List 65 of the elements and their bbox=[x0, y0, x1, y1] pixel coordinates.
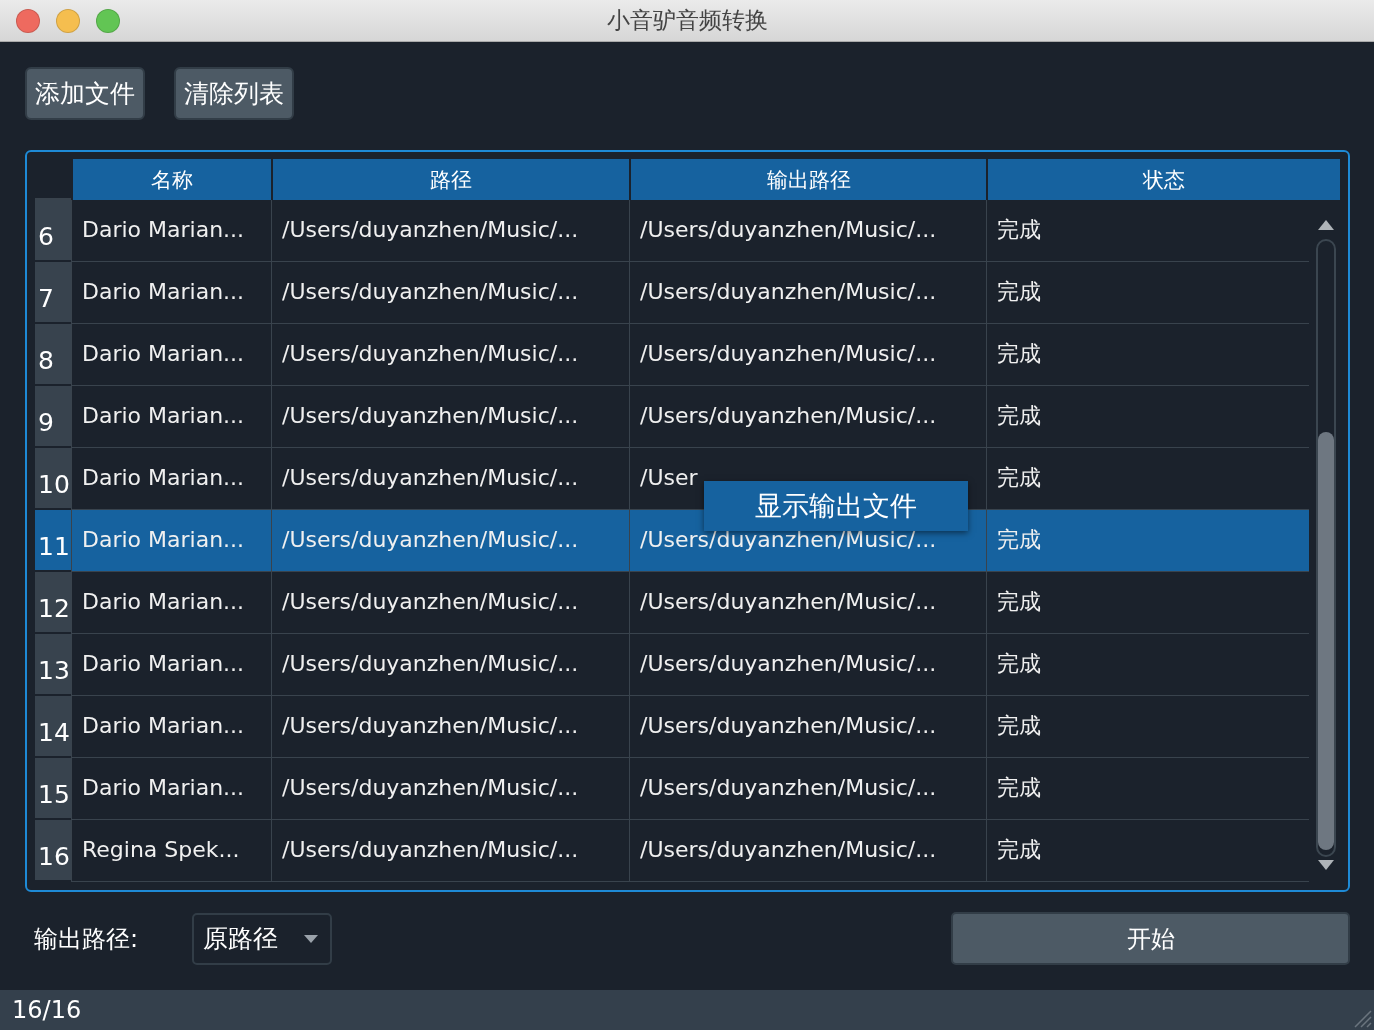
table-cell: Dario Marian... bbox=[71, 758, 271, 820]
table-cell: 完成 bbox=[986, 386, 1309, 448]
column-header[interactable]: 状态 bbox=[986, 159, 1340, 200]
table-cell: /Users/duyanzhen/Music/... bbox=[629, 324, 986, 386]
table-cell: Dario Marian... bbox=[71, 386, 271, 448]
row-number[interactable]: 12 bbox=[35, 572, 71, 634]
status-text: 16/16 bbox=[12, 996, 82, 1024]
table-cell: /Users/duyanzhen/Music/... bbox=[271, 510, 629, 572]
table-cell: /Users/duyanzhen/Music/... bbox=[629, 386, 986, 448]
table-cell: /Users/duyanzhen/Music/... bbox=[629, 820, 986, 882]
column-header[interactable]: 名称 bbox=[71, 159, 271, 200]
row-number[interactable]: 13 bbox=[35, 634, 71, 696]
table-cell: /Users/duyanzhen/Music/... bbox=[629, 758, 986, 820]
table-cell: /Users/duyanzhen/Music/... bbox=[629, 696, 986, 758]
output-dropdown[interactable]: 原路径 bbox=[192, 912, 332, 965]
table-cell: Dario Marian... bbox=[71, 572, 271, 634]
table-cell: Regina Spek... bbox=[71, 820, 271, 882]
table-cell: /Users/duyanzhen/Music/... bbox=[271, 386, 629, 448]
table-cell: /Users/duyanzhen/Music/... bbox=[271, 820, 629, 882]
output-label: 输出路径: bbox=[34, 923, 140, 955]
row-number[interactable]: 11 bbox=[35, 510, 71, 572]
table-cell: Dario Marian... bbox=[71, 262, 271, 324]
table-cell: 完成 bbox=[986, 324, 1309, 386]
column-header[interactable]: 输出路径 bbox=[629, 159, 986, 200]
table-cell: 完成 bbox=[986, 820, 1309, 882]
row-number[interactable]: 16 bbox=[35, 820, 71, 882]
table-cell: 完成 bbox=[986, 758, 1309, 820]
table-cell: 完成 bbox=[986, 634, 1309, 696]
table-cell: Dario Marian... bbox=[71, 696, 271, 758]
table-cell: /Users/duyanzhen/Music/... bbox=[629, 262, 986, 324]
table-cell: /Users/duyanzhen/Music/... bbox=[271, 634, 629, 696]
start-button[interactable]: 开始 bbox=[951, 912, 1350, 965]
close-button[interactable] bbox=[16, 9, 40, 33]
table-cell: 完成 bbox=[986, 200, 1309, 262]
table-cell: /Users/duyanzhen/Music/... bbox=[271, 262, 629, 324]
toolbar-button[interactable]: 清除列表 bbox=[174, 67, 294, 120]
window-title: 小音驴音频转换 bbox=[606, 6, 768, 35]
table-cell: /Users/duyanzhen/Music/... bbox=[629, 200, 986, 262]
table-cell: 完成 bbox=[986, 262, 1309, 324]
table-cell: Dario Marian... bbox=[71, 510, 271, 572]
row-number[interactable]: 7 bbox=[35, 262, 71, 324]
table-cell: /Users/duyanzhen/Music/... bbox=[271, 758, 629, 820]
table-cell: Dario Marian... bbox=[71, 200, 271, 262]
table-cell: 完成 bbox=[986, 572, 1309, 634]
table-cell: /Users/duyanzhen/Music/... bbox=[271, 324, 629, 386]
table-cell: Dario Marian... bbox=[71, 634, 271, 696]
table-cell: /Users/duyanzhen/Music/... bbox=[271, 200, 629, 262]
table-cell: 完成 bbox=[986, 510, 1309, 572]
minimize-button[interactable] bbox=[56, 9, 80, 33]
column-header[interactable]: 路径 bbox=[271, 159, 629, 200]
table-cell: Dario Marian... bbox=[71, 324, 271, 386]
row-number[interactable]: 9 bbox=[35, 386, 71, 448]
table-cell: /Users/duyanzhen/Music/... bbox=[629, 572, 986, 634]
zoom-button[interactable] bbox=[96, 9, 120, 33]
row-number[interactable]: 14 bbox=[35, 696, 71, 758]
table-cell: /Users/duyanzhen/Music/... bbox=[271, 572, 629, 634]
toolbar-button[interactable]: 添加文件 bbox=[25, 67, 145, 120]
table-cell: /Users/duyanzhen/Music/... bbox=[271, 696, 629, 758]
row-number[interactable]: 8 bbox=[35, 324, 71, 386]
table-cell: 完成 bbox=[986, 696, 1309, 758]
row-number[interactable]: 10 bbox=[35, 448, 71, 510]
row-number[interactable]: 6 bbox=[35, 200, 71, 262]
table-cell: /Users/duyanzhen/Music/... bbox=[629, 634, 986, 696]
row-number[interactable]: 15 bbox=[35, 758, 71, 820]
caret-icon bbox=[304, 934, 318, 943]
